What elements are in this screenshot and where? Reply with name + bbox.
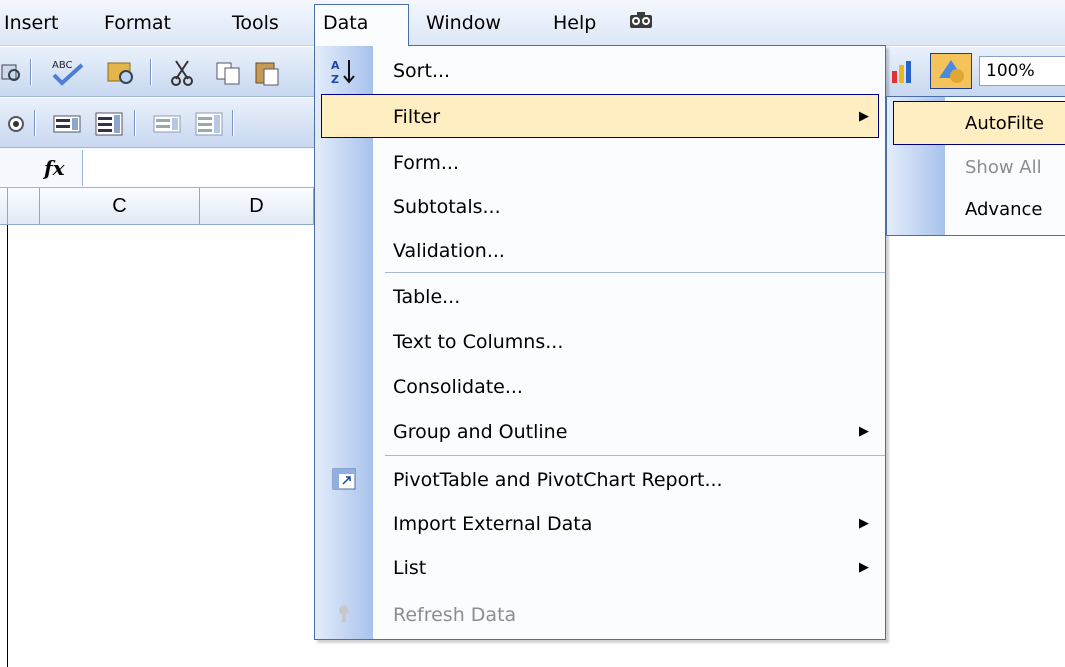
menu-item-form[interactable]: Form...: [315, 141, 885, 185]
menu-item-group-and-outline-label: Group and Outline: [393, 421, 568, 443]
menu-insert[interactable]: Insert: [4, 8, 59, 38]
zoom-value: 100%: [986, 61, 1035, 81]
submenu-arrow-icon: ▶: [859, 109, 869, 124]
menu-item-sort[interactable]: AZ Sort...: [315, 49, 885, 93]
menu-item-consolidate-label: Consolidate...: [393, 376, 523, 398]
radio-icon[interactable]: [6, 108, 28, 145]
menu-item-subtotals-label: Subtotals...: [393, 196, 501, 218]
menu-data-label: Data: [323, 12, 369, 34]
menu-item-table-label: Table...: [393, 286, 461, 308]
submenu-item-advanced-filter-label: Advance: [965, 199, 1043, 220]
submenu-arrow-icon: ▶: [859, 424, 869, 439]
insert-function-icon[interactable]: fx: [44, 156, 65, 180]
menu-item-pivottable-label: PivotTable and PivotChart Report...: [393, 469, 723, 491]
toolbar-separator: [232, 110, 234, 136]
menu-item-validation[interactable]: Validation...: [315, 229, 885, 273]
svg-text:A: A: [331, 59, 340, 72]
menu-item-refresh-data-label: Refresh Data: [393, 604, 517, 626]
research-icon[interactable]: [104, 57, 138, 94]
menu-item-pivottable[interactable]: PivotTable and PivotChart Report...: [315, 458, 885, 502]
combo-box-icon[interactable]: [94, 108, 124, 145]
menu-bar: Insert Format Tools Window Help: [0, 0, 1065, 46]
combo-dropdown-icon[interactable]: [194, 108, 224, 145]
drawing-icon[interactable]: [930, 53, 972, 89]
paste-icon[interactable]: [252, 57, 282, 94]
zoom-select[interactable]: 100%: [979, 56, 1065, 86]
chart-wizard-icon[interactable]: [888, 57, 918, 94]
column-header-c-label: C: [112, 195, 127, 217]
submenu-arrow-icon: ▶: [859, 560, 869, 575]
menu-item-group-and-outline[interactable]: Group and Outline ▶: [315, 410, 885, 454]
toolbar-separator: [134, 110, 136, 136]
svg-text:ABC: ABC: [52, 60, 73, 71]
menu-window[interactable]: Window: [426, 8, 501, 38]
menu-tools-label: Tools: [232, 12, 279, 34]
menu-item-text-to-columns[interactable]: Text to Columns...: [315, 320, 885, 364]
camera-icon[interactable]: [628, 9, 654, 39]
menu-format-label: Format: [104, 12, 171, 34]
menu-item-subtotals[interactable]: Subtotals...: [315, 185, 885, 229]
filter-submenu: AutoFilte Show All Advance: [886, 96, 1065, 236]
menu-separator: [385, 455, 885, 456]
menu-help[interactable]: Help: [553, 8, 596, 38]
menu-item-validation-label: Validation...: [393, 240, 505, 262]
submenu-item-autofilter[interactable]: AutoFilte: [893, 101, 1065, 145]
cut-icon[interactable]: [170, 57, 196, 94]
menu-item-form-label: Form...: [393, 152, 459, 174]
menu-data[interactable]: Data: [314, 4, 409, 46]
submenu-item-autofilter-label: AutoFilte: [965, 113, 1044, 134]
column-header-d-label: D: [249, 195, 264, 217]
camera-icon-svg: [630, 12, 652, 28]
combo-list-icon[interactable]: [152, 108, 182, 145]
toolbar-separator: [34, 110, 36, 136]
submenu-item-advanced-filter[interactable]: Advance: [887, 188, 1065, 232]
menu-item-list-label: List: [393, 557, 427, 579]
menu-format[interactable]: Format: [104, 8, 171, 38]
column-header-b[interactable]: [0, 188, 40, 225]
pivot-table-icon: [329, 466, 359, 494]
refresh-icon: [329, 601, 359, 629]
menu-item-import-external-data[interactable]: Import External Data ▶: [315, 502, 885, 546]
sort-az-icon: AZ: [329, 57, 359, 86]
copy-icon[interactable]: [214, 57, 244, 94]
menu-item-sort-label: Sort...: [393, 60, 451, 82]
submenu-item-show-all[interactable]: Show All: [887, 146, 1065, 190]
toolbar-separator: [150, 59, 152, 85]
menu-separator: [385, 272, 885, 273]
column-header-d[interactable]: D: [200, 188, 314, 225]
menu-item-filter-label: Filter: [393, 106, 441, 128]
menu-tools[interactable]: Tools: [232, 8, 279, 38]
menu-item-filter[interactable]: Filter ▶: [321, 94, 879, 138]
row-header-edge: [7, 225, 8, 667]
column-header-c[interactable]: C: [40, 188, 200, 225]
menu-item-consolidate[interactable]: Consolidate...: [315, 365, 885, 409]
menu-help-label: Help: [553, 12, 597, 34]
menu-item-text-to-columns-label: Text to Columns...: [393, 331, 564, 353]
submenu-arrow-icon: ▶: [859, 516, 869, 531]
row-header-divider: [7, 188, 8, 225]
svg-text:Z: Z: [331, 73, 339, 85]
menu-item-list[interactable]: List ▶: [315, 546, 885, 590]
print-preview-icon[interactable]: [0, 57, 22, 92]
submenu-item-show-all-label: Show All: [965, 157, 1042, 178]
list-box-icon[interactable]: [52, 108, 82, 145]
toolbar-separator: [30, 59, 32, 85]
menu-insert-label: Insert: [4, 12, 59, 34]
menu-item-table[interactable]: Table...: [315, 275, 885, 319]
menu-item-import-external-data-label: Import External Data: [393, 513, 593, 535]
menu-item-refresh-data[interactable]: Refresh Data: [315, 593, 885, 637]
menu-window-label: Window: [426, 12, 501, 34]
spelling-icon[interactable]: ABC: [48, 57, 88, 94]
data-menu: AZ Sort... Filter ▶ Form... Subtotals...…: [314, 45, 886, 640]
